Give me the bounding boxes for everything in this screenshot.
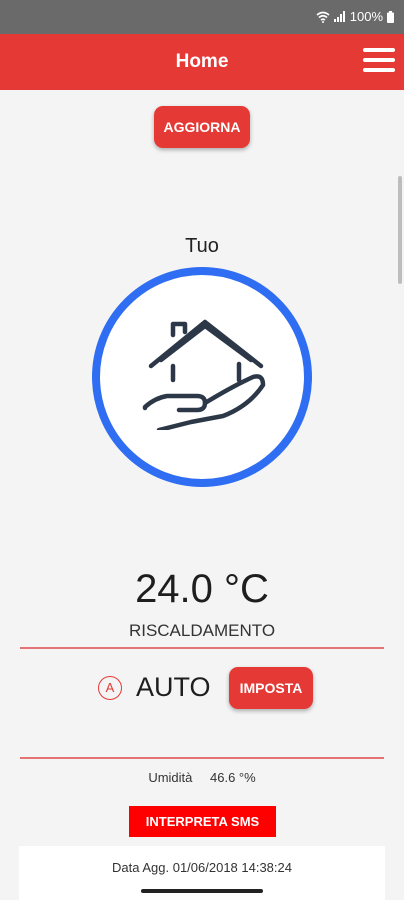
scrollbar[interactable] xyxy=(398,176,402,284)
home-indicator[interactable] xyxy=(141,889,263,893)
signal-icon xyxy=(333,11,345,22)
refresh-button[interactable]: AGGIORNA xyxy=(154,106,250,148)
humidity-value: 46.6 °% xyxy=(210,770,256,785)
humidity-row: Umidità 46.6 °% xyxy=(0,770,404,785)
zone-circle[interactable] xyxy=(92,267,312,487)
temperature-value: 24.0 °C xyxy=(135,567,269,611)
program-label: AUTO xyxy=(136,672,211,702)
zone-name: Tuo xyxy=(185,235,219,257)
wifi-icon xyxy=(316,11,330,23)
auto-mode-icon: A xyxy=(98,676,122,700)
last-update-text: Data Agg. 01/06/2018 14:38:24 xyxy=(112,860,292,875)
page-title: Home xyxy=(175,51,229,72)
hamburger-menu-icon[interactable] xyxy=(363,48,395,76)
mode-label: RISCALDAMENTO xyxy=(128,621,276,640)
set-button[interactable]: IMPOSTA xyxy=(229,667,313,709)
humidity-label: Umidità xyxy=(148,770,193,785)
house-in-hand-icon xyxy=(142,319,266,430)
interpret-sms-button[interactable]: INTERPRETA SMS xyxy=(129,806,276,837)
status-icons: 100% xyxy=(316,9,394,24)
status-bar: 100% xyxy=(0,0,404,34)
battery-percent: 100% xyxy=(349,9,383,24)
divider-bottom xyxy=(20,757,384,759)
divider-top xyxy=(20,647,384,649)
battery-icon xyxy=(387,10,394,23)
app-bar: Home xyxy=(0,34,404,90)
